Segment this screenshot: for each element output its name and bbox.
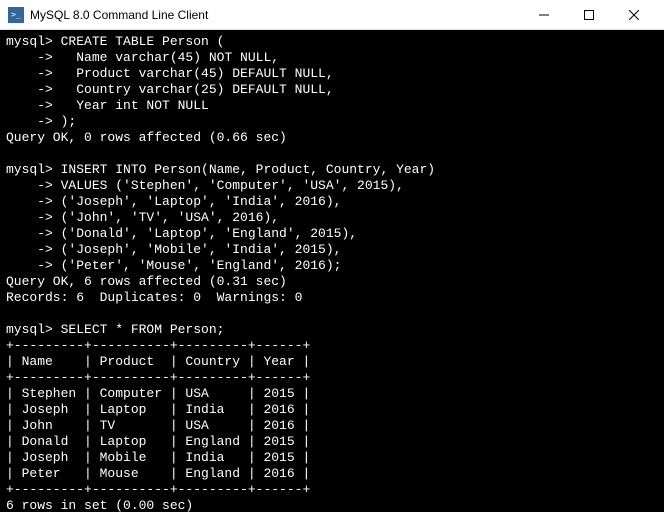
cont-prompt: ->	[6, 258, 53, 273]
table-row: | Joseph | Laptop | India | 2016 |	[6, 402, 310, 417]
table-border: +---------+----------+---------+------+	[6, 482, 310, 497]
table-header: | Name | Product | Country | Year |	[6, 354, 310, 369]
window-title: MySQL 8.0 Command Line Client	[30, 8, 521, 22]
insert-values-4: ('Donald', 'Laptop', 'England', 2015),	[53, 226, 357, 241]
table-row: | Donald | Laptop | England | 2015 |	[6, 434, 310, 449]
insert-result-2: Records: 6 Duplicates: 0 Warnings: 0	[6, 290, 302, 305]
cont-prompt: ->	[6, 210, 53, 225]
create-col-2: Product varchar(45) DEFAULT NULL,	[53, 66, 334, 81]
terminal-output[interactable]: mysql> CREATE TABLE Person ( -> Name var…	[0, 30, 664, 512]
cont-prompt: ->	[6, 242, 53, 257]
close-button[interactable]	[611, 0, 656, 30]
minimize-button[interactable]	[521, 0, 566, 30]
prompt: mysql>	[6, 34, 53, 49]
cont-prompt: ->	[6, 194, 53, 209]
cont-prompt: ->	[6, 66, 53, 81]
cont-prompt: ->	[6, 98, 53, 113]
titlebar: MySQL 8.0 Command Line Client	[0, 0, 664, 30]
table-border: +---------+----------+---------+------+	[6, 370, 310, 385]
create-col-3: Country varchar(25) DEFAULT NULL,	[53, 82, 334, 97]
window-controls	[521, 0, 656, 30]
table-border: +---------+----------+---------+------+	[6, 338, 310, 353]
maximize-button[interactable]	[566, 0, 611, 30]
table-row: | Joseph | Mobile | India | 2015 |	[6, 450, 310, 465]
select-statement: SELECT * FROM Person;	[53, 322, 225, 337]
insert-values-3: ('John', 'TV', 'USA', 2016),	[53, 210, 279, 225]
create-col-1: Name varchar(45) NOT NULL,	[53, 50, 279, 65]
prompt: mysql>	[6, 322, 53, 337]
cont-prompt: ->	[6, 82, 53, 97]
create-statement: CREATE TABLE Person (	[53, 34, 225, 49]
insert-result-1: Query OK, 6 rows affected (0.31 sec)	[6, 274, 287, 289]
table-row: | Peter | Mouse | England | 2016 |	[6, 466, 310, 481]
insert-values-2: ('Joseph', 'Laptop', 'India', 2016),	[53, 194, 342, 209]
app-icon	[8, 7, 24, 23]
create-close: );	[53, 114, 76, 129]
cont-prompt: ->	[6, 178, 53, 193]
create-col-4: Year int NOT NULL	[53, 98, 209, 113]
cont-prompt: ->	[6, 114, 53, 129]
insert-values-6: ('Peter', 'Mouse', 'England', 2016);	[53, 258, 342, 273]
prompt: mysql>	[6, 162, 53, 177]
table-row: | Stephen | Computer | USA | 2015 |	[6, 386, 310, 401]
table-row: | John | TV | USA | 2016 |	[6, 418, 310, 433]
rows-result: 6 rows in set (0.00 sec)	[6, 498, 193, 512]
create-result: Query OK, 0 rows affected (0.66 sec)	[6, 130, 287, 145]
insert-statement: INSERT INTO Person(Name, Product, Countr…	[53, 162, 435, 177]
cont-prompt: ->	[6, 226, 53, 241]
insert-values-1: VALUES ('Stephen', 'Computer', 'USA', 20…	[53, 178, 404, 193]
cont-prompt: ->	[6, 50, 53, 65]
insert-values-5: ('Joseph', 'Mobile', 'India', 2015),	[53, 242, 342, 257]
